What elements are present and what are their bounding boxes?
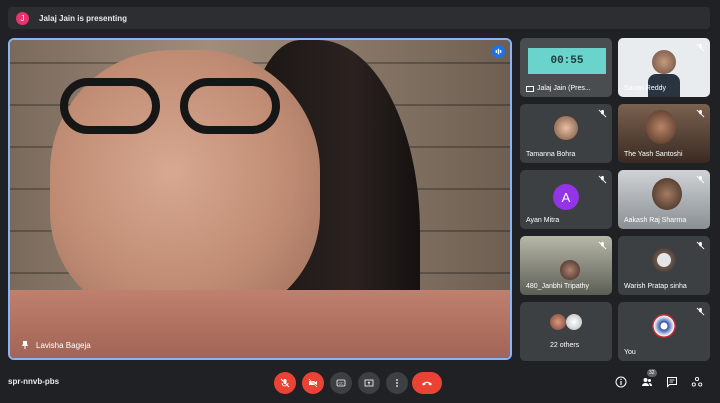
presenter-avatar: J [16,11,29,25]
other-avatar [566,314,582,330]
main-participant-name: Lavisha Bageja [36,341,91,350]
mic-off-icon [696,175,705,184]
participant-video [652,178,682,210]
activities-button[interactable] [689,374,705,390]
others-tile[interactable]: 22 others [520,302,612,361]
other-avatar [550,314,566,330]
participant-name: Savan Reddy [624,85,667,92]
mic-off-icon [598,175,607,184]
participant-tile[interactable]: A Ayan Mitra [520,170,612,229]
info-icon [615,376,627,388]
mic-off-icon [696,241,705,250]
mic-toggle-button[interactable] [274,372,296,394]
self-name: You [624,349,636,356]
presentation-tile[interactable]: 00:55 Jalaj Jain (Pres... [520,38,612,97]
svg-text:CC: CC [338,382,344,386]
more-vert-icon [396,379,398,387]
chat-icon [667,377,677,388]
participant-name: Tamanna Bohra [526,151,576,158]
presenting-text: Jalaj Jain is presenting [39,13,128,23]
presentation-label: Jalaj Jain (Pres... [537,85,591,92]
meeting-details-button[interactable] [613,374,629,390]
participant-tile[interactable]: The Yash Santoshi [618,104,710,163]
participant-video [646,110,676,144]
mic-off-icon [696,307,705,316]
people-icon [642,378,652,386]
more-options-button[interactable] [386,372,408,394]
leave-call-button[interactable] [412,372,442,394]
mic-off-icon [696,109,705,118]
participant-tile[interactable]: Tamanna Bohra [520,104,612,163]
closed-captions-icon: CC [336,379,346,387]
participant-tile[interactable]: Aakash Raj Sharma [618,170,710,229]
present-screen-icon [526,86,534,92]
main-video-tile[interactable]: Lavisha Bageja [8,38,512,360]
participant-tile[interactable]: Warish Pratap sinha [618,236,710,295]
presenting-banner: J Jalaj Jain is presenting [8,7,710,29]
mic-off-icon [598,241,607,250]
mic-off-icon [696,43,705,52]
captions-button[interactable]: CC [330,372,352,394]
chat-button[interactable] [664,374,680,390]
camera-off-icon [308,378,318,388]
control-bar: spr-nnvb-pbs CC 32 [0,365,720,403]
present-screen-icon [364,379,374,387]
participant-video [560,260,580,280]
mic-off-icon [280,378,290,388]
others-count: 22 others [550,342,580,349]
call-end-icon [422,381,432,386]
video-glasses [60,78,300,138]
presentation-timer: 00:55 [528,48,606,74]
participant-name: Warish Pratap sinha [624,283,687,290]
speaking-indicator-icon [492,45,505,58]
present-button[interactable] [358,372,380,394]
participant-avatar [652,248,676,272]
participant-name: Ayan Mitra [526,217,560,224]
activities-icon [691,376,703,387]
self-avatar [652,314,676,338]
camera-toggle-button[interactable] [302,372,324,394]
people-button[interactable]: 32 [639,369,657,390]
participant-name: Aakash Raj Sharma [624,217,687,224]
participant-avatar [554,116,578,140]
participant-name: 480_Janbhi Tripathy [526,283,590,290]
participant-video [652,50,676,74]
participant-avatar: A [553,184,579,210]
self-tile[interactable]: You [618,302,710,361]
mic-off-icon [598,109,607,118]
participant-name: The Yash Santoshi [624,151,683,158]
pin-icon[interactable] [20,340,30,350]
people-count-badge: 32 [647,369,657,377]
participant-tile[interactable]: Savan Reddy [618,38,710,97]
participant-tile[interactable]: 480_Janbhi Tripathy [520,236,612,295]
meeting-code: spr-nnvb-pbs [8,377,60,386]
